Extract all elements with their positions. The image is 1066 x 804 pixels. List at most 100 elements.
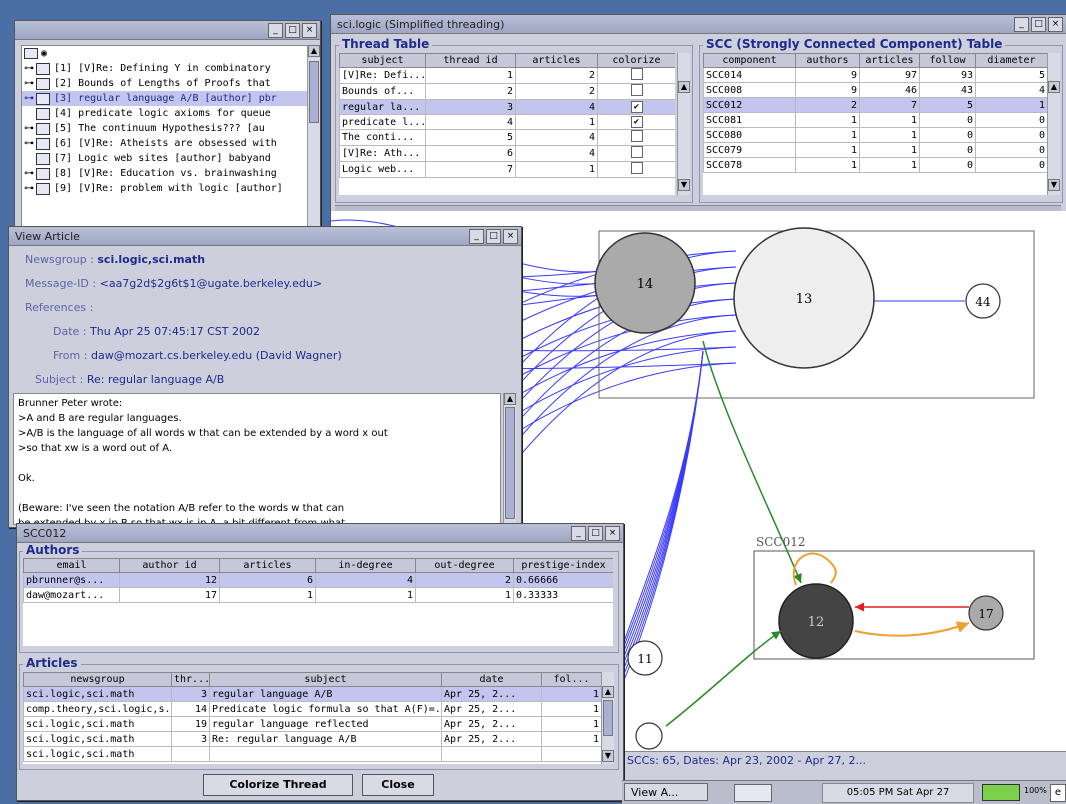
thread-tree-titlebar[interactable]: _ □ × [15, 21, 320, 40]
article-scrollbar[interactable]: ▲ [503, 393, 516, 525]
tree-item[interactable]: ⊶ [1] [V]Re: Defining Y in combinatory [22, 61, 307, 76]
minimize-button[interactable]: _ [1014, 16, 1029, 32]
cell-follow: 1 [541, 701, 601, 717]
tree-item[interactable]: ⊶ [3] regular language A/B [author] pbr [22, 91, 307, 106]
colorize-checkbox[interactable] [630, 68, 643, 80]
column-header[interactable]: articles [515, 53, 598, 68]
article-titlebar[interactable]: View Article _ □ × [9, 227, 521, 246]
scroll-up-arrow-icon[interactable]: ▲ [1048, 81, 1060, 93]
table-row[interactable]: regular la... 3 4 ✔ [339, 99, 675, 115]
scroll-up-arrow-icon[interactable]: ▲ [308, 45, 320, 57]
column-header[interactable]: thread id [425, 53, 516, 68]
column-header[interactable]: component [703, 53, 796, 68]
column-header[interactable]: follow [919, 53, 976, 68]
colorize-thread-button[interactable]: Colorize Thread [203, 774, 353, 796]
tree-item[interactable]: [7] Logic web sites [author] babyand [22, 151, 307, 166]
tree-item[interactable]: ⊶ [8] [V]Re: Education vs. brainwashing [22, 166, 307, 181]
scroll-thumb[interactable] [505, 407, 515, 519]
close-button[interactable]: × [302, 22, 317, 38]
close-button[interactable]: × [1048, 16, 1063, 32]
colorize-checkbox[interactable]: ✔ [630, 116, 643, 128]
column-header[interactable]: fol... [541, 672, 601, 687]
table-row[interactable]: sci.logic,sci.math 3 Re: regular language … [23, 731, 601, 747]
articles-scrollbar[interactable]: ▲ ▼ [601, 672, 614, 764]
table-row[interactable]: SCC079 1 1 0 0 [703, 142, 1047, 158]
table-row[interactable]: SCC081 1 1 0 0 [703, 112, 1047, 128]
tree-item[interactable]: ⊶ [6] [V]Re: Atheists are obsessed with [22, 136, 307, 151]
article-body[interactable]: Brunner Peter wrote: >A and B are regular… [13, 393, 501, 525]
maximize-button[interactable]: □ [486, 228, 501, 244]
scc-table-scrollbar[interactable]: ▲ ▼ [1047, 53, 1060, 195]
tree-item[interactable]: [4] predicate logic axioms for queue [22, 106, 307, 121]
column-header[interactable]: out-degree [415, 558, 514, 573]
close-detail-button[interactable]: Close [362, 774, 434, 796]
table-row[interactable]: The conti... 5 4 [339, 129, 675, 146]
tree-root[interactable]: ◉ [22, 46, 307, 61]
scroll-up-arrow-icon[interactable]: ▲ [678, 81, 690, 93]
minimize-button[interactable]: _ [268, 22, 283, 38]
table-row[interactable]: [V]Re: Ath... 6 4 [339, 145, 675, 162]
scroll-down-arrow-icon[interactable]: ▼ [1048, 179, 1060, 191]
column-header[interactable]: subject [339, 53, 426, 68]
table-row[interactable]: SCC080 1 1 0 0 [703, 127, 1047, 143]
colorize-checkbox[interactable] [630, 84, 643, 96]
node-partial[interactable] [635, 722, 663, 750]
table-row[interactable]: [V]Re: Defi... 1 2 [339, 67, 675, 84]
table-row[interactable]: sci.logic,sci.math [23, 746, 601, 762]
table-row[interactable]: Logic web... 7 1 [339, 161, 675, 178]
close-button[interactable]: × [605, 525, 620, 541]
scroll-up-arrow-icon[interactable]: ▲ [602, 686, 614, 698]
column-header[interactable]: author id [119, 558, 220, 573]
colorize-checkbox[interactable] [630, 130, 643, 142]
colorize-checkbox[interactable]: ✔ [630, 101, 643, 113]
table-row[interactable]: SCC014 9 97 93 5 [703, 67, 1047, 83]
table-row[interactable]: predicate l... 4 1 ✔ [339, 114, 675, 130]
table-row[interactable]: comp.theory,sci.logic,s... 14 Predicate lo… [23, 701, 601, 717]
maximize-button[interactable]: □ [285, 22, 300, 38]
minimize-button[interactable]: _ [571, 525, 586, 541]
scroll-down-arrow-icon[interactable]: ▼ [678, 179, 690, 191]
column-header[interactable]: colorize [597, 53, 675, 68]
tree-scrollbar[interactable]: ▲ [307, 45, 320, 231]
column-header[interactable]: subject [209, 672, 442, 687]
scroll-thumb[interactable] [603, 700, 613, 736]
column-header[interactable]: authors [795, 53, 860, 68]
column-header[interactable]: articles [859, 53, 920, 68]
column-header[interactable]: date [441, 672, 542, 687]
taskbar-item-view-article[interactable]: View A... [624, 783, 708, 801]
maximize-button[interactable]: □ [1031, 16, 1046, 32]
table-row[interactable]: SCC078 1 1 0 0 [703, 157, 1047, 173]
maximize-button[interactable]: □ [588, 525, 603, 541]
table-row[interactable]: daw@mozart... 17 1 1 1 0.33333 [23, 587, 613, 603]
table-row[interactable]: SCC012 2 7 5 1 [703, 97, 1047, 113]
table-row[interactable]: sci.logic,sci.math 19 regular language ref… [23, 716, 601, 732]
thread-table-scrollbar[interactable]: ▲ ▼ [677, 53, 690, 195]
scroll-thumb[interactable] [309, 61, 319, 123]
column-header[interactable]: thr... [171, 672, 210, 687]
table-row[interactable]: sci.logic,sci.math 3 regular language A/B A… [23, 686, 601, 702]
tray-menu-icon[interactable]: e [1050, 784, 1066, 802]
battery-icon[interactable] [982, 784, 1020, 801]
table-row[interactable]: SCC008 9 46 43 4 [703, 82, 1047, 98]
scc-detail-titlebar[interactable]: SCC012 _ □ × [17, 524, 623, 543]
colorize-checkbox[interactable] [630, 146, 643, 158]
column-header[interactable]: email [23, 558, 120, 573]
close-button[interactable]: × [503, 228, 518, 244]
table-row[interactable]: pbrunner@s... 12 6 4 2 0.66666 [23, 572, 613, 588]
tree-item[interactable]: ⊶ [9] [V]Re: problem with logic [author] [22, 181, 307, 196]
column-header[interactable]: articles [219, 558, 316, 573]
column-header[interactable]: diameter [975, 53, 1047, 68]
scroll-down-arrow-icon[interactable]: ▼ [602, 750, 614, 762]
main-titlebar[interactable]: sci.logic (Simplified threading) _ □ × [331, 15, 1066, 34]
tree-item[interactable]: ⊶ [2] Bounds of Lengths of Proofs that [22, 76, 307, 91]
workspace-pager-icon[interactable] [734, 784, 772, 802]
table-row[interactable]: Bounds of... 2 2 [339, 83, 675, 100]
scroll-up-arrow-icon[interactable]: ▲ [504, 393, 516, 405]
tree-item[interactable]: ⊶ [5] The continuum Hypothesis??? [au [22, 121, 307, 136]
colorize-checkbox[interactable] [630, 162, 643, 174]
edge-blue [621, 350, 704, 648]
minimize-button[interactable]: _ [469, 228, 484, 244]
column-header[interactable]: in-degree [315, 558, 416, 573]
column-header[interactable]: newsgroup [23, 672, 172, 687]
column-header[interactable]: prestige-index [513, 558, 613, 573]
